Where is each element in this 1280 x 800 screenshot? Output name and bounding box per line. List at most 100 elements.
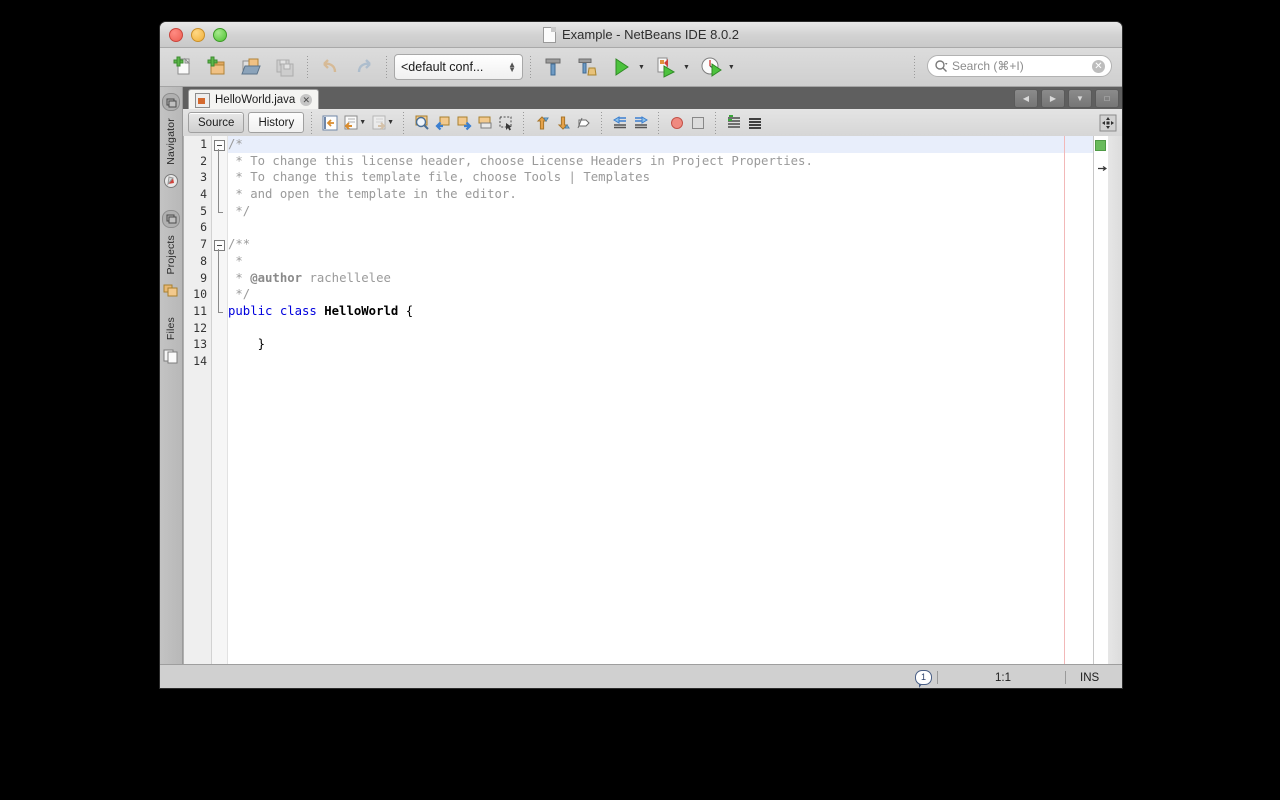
code-line[interactable]: * xyxy=(228,253,1092,270)
shift-line-right-icon[interactable] xyxy=(630,112,651,133)
fold-toggle-icon[interactable] xyxy=(214,240,225,251)
close-tab-button[interactable]: ✕ xyxy=(300,94,312,106)
shift-line-up-icon[interactable] xyxy=(531,112,552,133)
code-token: /* xyxy=(228,137,243,151)
left-sidebar: Navigator Projects Files xyxy=(160,87,183,688)
configuration-combo[interactable]: <default conf... ▲▼ xyxy=(394,54,523,80)
debug-project-button[interactable] xyxy=(651,52,681,82)
uncomment-icon[interactable] xyxy=(744,112,765,133)
maximize-window-button[interactable]: □ xyxy=(1095,89,1119,108)
search-icon xyxy=(934,59,948,73)
code-line[interactable] xyxy=(228,353,1092,370)
scroll-tabs-left-button[interactable]: ◀ xyxy=(1014,89,1038,108)
code-token: public class xyxy=(228,304,317,318)
move-splitter-icon[interactable] xyxy=(1097,112,1118,133)
toolbar-separator xyxy=(658,112,659,134)
back-nav-dropdown-icon[interactable]: ▼ xyxy=(359,119,366,126)
code-line[interactable] xyxy=(228,219,1092,236)
notifications-indicator[interactable]: 1 xyxy=(915,670,932,685)
tab-history[interactable]: History xyxy=(248,112,304,133)
shift-line-left-icon[interactable] xyxy=(609,112,630,133)
previous-bookmark-icon[interactable] xyxy=(432,112,453,133)
save-all-button[interactable] xyxy=(270,52,300,82)
code-line[interactable] xyxy=(228,320,1092,337)
folders-icon xyxy=(163,282,179,298)
run-dropdown-arrow-icon[interactable]: ▼ xyxy=(638,64,645,71)
code-line[interactable]: } xyxy=(228,336,1092,353)
line-number: 7 xyxy=(184,236,211,253)
compass-icon xyxy=(163,173,179,189)
code-token: * xyxy=(228,271,250,285)
build-actions-group: ▼ ▼ ▼ xyxy=(538,52,737,82)
line-number-gutter[interactable]: 1234567891011121314 xyxy=(184,136,212,688)
no-errors-indicator xyxy=(1095,140,1106,151)
code-line[interactable]: * To change this template file, choose T… xyxy=(228,169,1092,186)
undo-button[interactable] xyxy=(315,52,345,82)
code-token: */ xyxy=(228,204,250,218)
fold-toggle-icon[interactable] xyxy=(214,140,225,151)
toggle-highlight-icon[interactable] xyxy=(474,112,495,133)
code-line[interactable]: * @author rachellelee xyxy=(228,270,1092,287)
toolbar-separator xyxy=(715,112,716,134)
last-edit-icon[interactable] xyxy=(319,112,340,133)
search-field[interactable]: Search (⌘+I) ✕ xyxy=(927,55,1112,77)
tab-helloworld-java[interactable]: HelloWorld.java ✕ xyxy=(188,89,319,110)
toggle-breakpoint-icon[interactable] xyxy=(666,112,687,133)
search-placeholder: Search (⌘+I) xyxy=(952,59,1092,73)
line-number: 4 xyxy=(184,186,211,203)
scroll-tabs-right-button[interactable]: ▶ xyxy=(1041,89,1065,108)
profile-dropdown-arrow-icon[interactable]: ▼ xyxy=(728,64,735,71)
find-selection-icon[interactable] xyxy=(411,112,432,133)
fold-range-line xyxy=(218,149,219,212)
stripe-marker-icon xyxy=(1098,158,1107,163)
navigator-minimize-button[interactable] xyxy=(162,93,180,111)
tab-list-dropdown-button[interactable]: ▼ xyxy=(1068,89,1092,108)
toolbar-separator xyxy=(307,56,308,78)
open-project-button[interactable] xyxy=(236,52,266,82)
code-line[interactable]: * and open the template in the editor. xyxy=(228,186,1092,203)
code-line[interactable]: */ xyxy=(228,286,1092,303)
sidebar-item-files[interactable]: Files xyxy=(165,317,177,340)
code-line[interactable]: public class HelloWorld { xyxy=(228,303,1092,320)
rectangular-selection-icon[interactable] xyxy=(495,112,516,133)
code-line[interactable]: * To change this license header, choose … xyxy=(228,153,1092,170)
java-file-icon xyxy=(195,93,210,108)
line-number: 13 xyxy=(184,336,211,353)
back-nav-icon[interactable] xyxy=(340,112,361,133)
vertical-scrollbar[interactable] xyxy=(1108,136,1122,688)
line-number: 3 xyxy=(184,169,211,186)
line-number: 9 xyxy=(184,270,211,287)
sidebar-item-projects[interactable]: Projects xyxy=(165,235,177,275)
next-bookmark-icon[interactable] xyxy=(453,112,474,133)
profile-project-button[interactable] xyxy=(696,52,726,82)
forward-nav-icon[interactable] xyxy=(368,112,389,133)
tab-navigation-controls: ◀ ▶ ▼ □ xyxy=(1014,89,1119,108)
code-text[interactable]: /* * To change this license header, choo… xyxy=(228,136,1092,688)
sidebar-item-navigator[interactable]: Navigator xyxy=(165,118,177,165)
build-project-button[interactable] xyxy=(538,52,568,82)
code-line[interactable]: */ xyxy=(228,203,1092,220)
error-stripe[interactable] xyxy=(1093,136,1108,688)
code-line[interactable]: /** xyxy=(228,236,1092,253)
comment-icon[interactable] xyxy=(723,112,744,133)
toggle-bookmark-icon[interactable] xyxy=(573,112,594,133)
code-editor[interactable]: 1234567891011121314 /* * To change this … xyxy=(183,136,1122,688)
redo-button[interactable] xyxy=(349,52,379,82)
code-line[interactable]: /* xyxy=(228,136,1092,153)
tab-source[interactable]: Source xyxy=(188,112,244,133)
debug-dropdown-arrow-icon[interactable]: ▼ xyxy=(683,64,690,71)
new-file-button[interactable] xyxy=(168,52,198,82)
title-bar: Example - NetBeans IDE 8.0.2 xyxy=(160,22,1122,48)
run-project-button[interactable] xyxy=(606,52,636,82)
code-fold-bar[interactable] xyxy=(212,136,228,688)
code-token: * To change this template file, choose T… xyxy=(228,170,650,184)
stop-icon[interactable] xyxy=(687,112,708,133)
projects-minimize-button[interactable] xyxy=(162,210,180,228)
code-token: } xyxy=(228,337,265,351)
main-toolbar: <default conf... ▲▼ ▼ ▼ ▼ xyxy=(160,48,1122,87)
clean-build-project-button[interactable] xyxy=(572,52,602,82)
clear-search-button[interactable]: ✕ xyxy=(1092,60,1105,73)
file-actions-group xyxy=(168,52,300,82)
new-project-button[interactable] xyxy=(202,52,232,82)
shift-line-down-icon[interactable] xyxy=(552,112,573,133)
